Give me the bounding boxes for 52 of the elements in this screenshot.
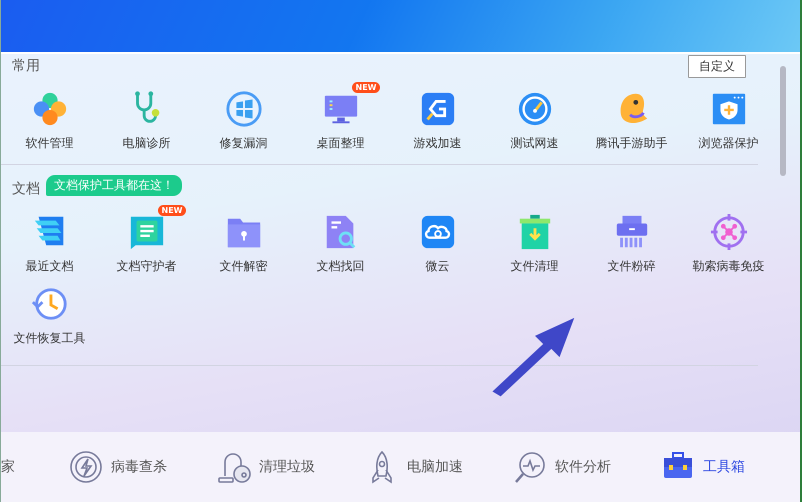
tool-item[interactable]: 测试网速 <box>486 82 583 152</box>
tool-item[interactable]: NEW 文档守护者 <box>98 205 195 275</box>
tool-label: 微云 <box>426 258 450 275</box>
nav-tab[interactable]: 清理垃圾 <box>217 450 315 484</box>
nav-tab[interactable]: 软件分析 <box>513 450 611 484</box>
nav-tab[interactable]: 电脑加速 <box>365 450 463 484</box>
tool-label: 最近文档 <box>26 258 74 275</box>
nav-tab[interactable]: 工具箱 <box>661 450 745 484</box>
tool-label: 文件恢复工具 <box>14 330 86 347</box>
new-badge: NEW <box>352 82 380 93</box>
tool-label: 文件清理 <box>510 258 558 275</box>
tool-label: 桌面整理 <box>316 135 364 152</box>
tool-item[interactable]: 文件清理 <box>486 205 583 275</box>
tool-item[interactable]: 软件管理 <box>1 82 98 152</box>
virus-target-icon <box>710 213 748 251</box>
lightning-circle-icon <box>69 450 103 484</box>
tool-label: 浏览器保护 <box>698 135 758 152</box>
tool-label: 游戏加速 <box>414 135 462 152</box>
section-title: 常用 <box>12 57 40 75</box>
tool-item[interactable]: 文档找回 <box>292 205 389 275</box>
scrollbar-thumb[interactable] <box>780 66 786 176</box>
tool-item[interactable]: 电脑诊所 <box>98 82 195 152</box>
tool-item[interactable]: 最近文档 <box>1 205 98 275</box>
tool-label: 修复漏洞 <box>220 135 268 152</box>
tool-label: 文档找回 <box>316 258 364 275</box>
tool-label: 腾讯手游助手 <box>596 135 668 152</box>
tip-bubble: 文档保护工具都在这！ <box>46 174 182 196</box>
tool-label: 文件粉碎 <box>608 258 656 275</box>
tool-label: 文档守护者 <box>116 258 176 275</box>
tool-label: 电脑诊所 <box>122 135 170 152</box>
tool-item[interactable]: 修复漏洞 <box>195 82 292 152</box>
section-title: 文档 <box>12 180 40 198</box>
tool-label: 测试网速 <box>510 135 558 152</box>
tool-item[interactable]: 微云 <box>389 205 486 275</box>
nav-tab[interactable]: 家 <box>1 458 15 476</box>
window-logo-icon <box>224 90 262 128</box>
vacuum-cleaner-icon <box>217 450 251 484</box>
tool-item[interactable]: 文件解密 <box>195 205 292 275</box>
tool-label: 勒索病毒免疫 <box>692 258 764 275</box>
tool-label: 文件解密 <box>220 258 268 275</box>
tool-item[interactable]: 游戏加速 <box>389 82 486 152</box>
customize-button[interactable]: 自定义 <box>688 54 746 78</box>
magnifier-pulse-icon <box>513 450 547 484</box>
tool-item[interactable]: 浏览器保护 <box>680 82 777 152</box>
nav-tab[interactable]: 病毒查杀 <box>69 450 167 484</box>
tool-label: 软件管理 <box>26 135 74 152</box>
tool-item[interactable]: 勒索病毒免疫 <box>680 205 777 275</box>
tool-item[interactable]: NEW 桌面整理 <box>292 82 389 152</box>
tool-item[interactable]: 文件恢复工具 <box>1 277 98 347</box>
new-badge: NEW <box>158 205 186 216</box>
tool-item[interactable]: 腾讯手游助手 <box>583 82 680 152</box>
tool-item[interactable]: 文件粉碎 <box>583 205 680 275</box>
